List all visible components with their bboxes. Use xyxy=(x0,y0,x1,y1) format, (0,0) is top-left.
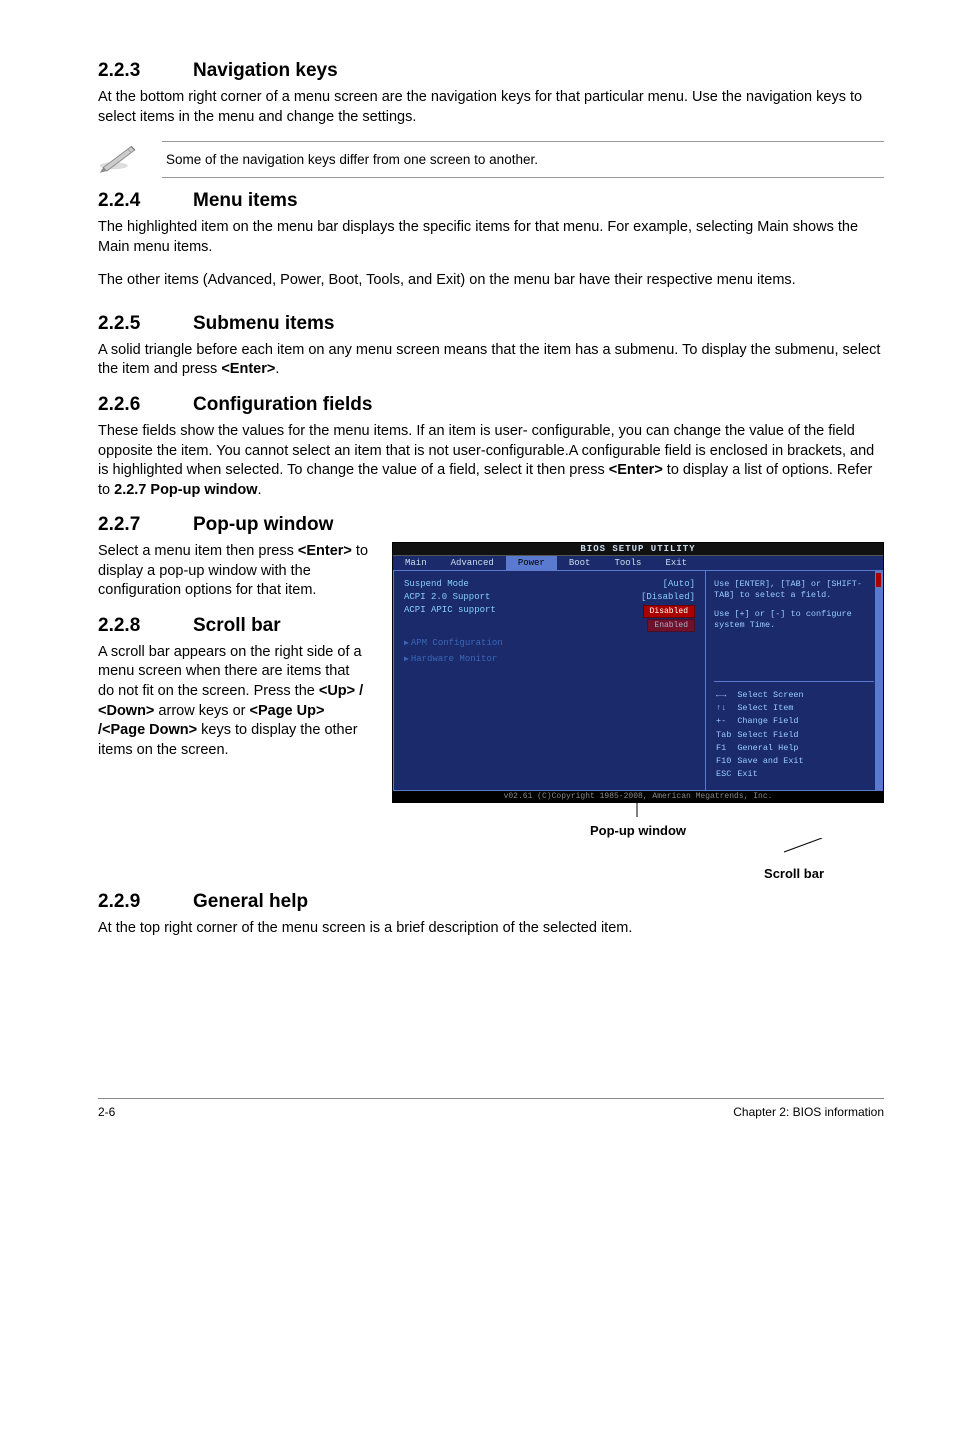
bios-popup-option: Disabled xyxy=(643,605,695,618)
bios-screenshot: BIOS SETUP UTILITY Main Advanced Power B… xyxy=(392,542,884,803)
heading-224: 2.2.4Menu items xyxy=(98,190,884,212)
heading-title: Navigation keys xyxy=(193,60,338,81)
heading-num: 2.2.7 xyxy=(98,514,193,536)
bios-popup-window: Disabled xyxy=(639,605,695,618)
bios-tab-exit: Exit xyxy=(653,556,699,570)
key-enter: <Enter> xyxy=(609,462,663,478)
bios-submenu: ▶Hardware Monitor xyxy=(404,654,695,664)
heading-num: 2.2.9 xyxy=(98,891,193,913)
callout-pointer xyxy=(392,838,884,854)
bios-tab-tools: Tools xyxy=(602,556,653,570)
nav-desc: Exit xyxy=(737,769,807,780)
note-text: Some of the navigation keys differ from … xyxy=(162,141,884,178)
note-callout: Some of the navigation keys differ from … xyxy=(98,141,884,178)
heading-title: Pop-up window xyxy=(193,514,333,535)
pencil-note-icon xyxy=(98,141,140,178)
callout-pointer xyxy=(392,803,884,819)
text: arrow keys or xyxy=(154,703,249,719)
bios-title: BIOS SETUP UTILITY xyxy=(393,543,883,555)
nav-desc: Select Item xyxy=(737,703,807,714)
paragraph: At the bottom right corner of a menu scr… xyxy=(98,88,884,127)
nav-key: ←→ xyxy=(716,690,735,701)
key-enter: <Enter> xyxy=(221,361,275,377)
callout-scrollbar-label: Scroll bar xyxy=(392,866,824,881)
page-footer: 2-6 Chapter 2: BIOS information xyxy=(98,1098,884,1119)
nav-desc: Save and Exit xyxy=(737,756,807,767)
bios-item-label: ACPI 2.0 Support xyxy=(404,592,490,602)
bios-tab-advanced: Advanced xyxy=(439,556,506,570)
heading-title: Menu items xyxy=(193,190,298,211)
bios-help-text: Use [ENTER], [TAB] or [SHIFT-TAB] to sel… xyxy=(714,579,874,601)
heading-title: General help xyxy=(193,891,308,912)
bios-scrollbar xyxy=(875,571,882,790)
heading-226: 2.2.6Configuration fields xyxy=(98,394,884,416)
ref-227: 2.2.7 Pop-up window xyxy=(114,482,257,498)
nav-desc: General Help xyxy=(737,743,807,754)
heading-225: 2.2.5Submenu items xyxy=(98,313,884,335)
heading-title: Submenu items xyxy=(193,313,334,334)
bios-copyright: v02.61 (C)Copyright 1985-2008, American … xyxy=(393,791,883,802)
heading-title: Configuration fields xyxy=(193,394,372,415)
nav-key: F10 xyxy=(716,756,735,767)
bios-help-text: Use [+] or [-] to configure system Time. xyxy=(714,609,874,631)
heading-title: Scroll bar xyxy=(193,615,281,636)
heading-num: 2.2.5 xyxy=(98,313,193,335)
paragraph: A solid triangle before each item on any… xyxy=(98,341,884,380)
page-number: 2-6 xyxy=(98,1105,115,1119)
bios-submenu: ▶APM Configuration xyxy=(404,638,695,648)
heading-num: 2.2.3 xyxy=(98,60,193,82)
bios-nav-keys: ←→Select Screen ↑↓Select Item +-Change F… xyxy=(714,688,810,781)
text: . xyxy=(258,482,262,498)
text: A solid triangle before each item on any… xyxy=(98,342,880,378)
bios-popup-option: Enabled xyxy=(647,619,695,632)
bios-tab-main: Main xyxy=(393,556,439,570)
key-enter: <Enter> xyxy=(298,543,352,559)
paragraph: The other items (Advanced, Power, Boot, … xyxy=(98,271,884,291)
nav-desc: Change Field xyxy=(737,716,807,727)
bios-item-label: ACPI APIC support xyxy=(404,605,496,618)
nav-desc: Select Screen xyxy=(737,690,807,701)
bios-scrollbar-thumb xyxy=(876,573,881,587)
bios-tab-power: Power xyxy=(506,556,557,570)
triangle-icon: ▶ xyxy=(404,655,409,664)
nav-key: F1 xyxy=(716,743,735,754)
paragraph: The highlighted item on the menu bar dis… xyxy=(98,218,884,257)
paragraph: Select a menu item then press <Enter> to… xyxy=(98,542,368,601)
bios-menubar: Main Advanced Power Boot Tools Exit xyxy=(393,555,883,570)
bios-tab-boot: Boot xyxy=(557,556,603,570)
paragraph: A scroll bar appears on the right side o… xyxy=(98,643,368,760)
heading-num: 2.2.4 xyxy=(98,190,193,212)
heading-228: 2.2.8Scroll bar xyxy=(98,615,368,637)
text: . xyxy=(275,361,279,377)
heading-227: 2.2.7Pop-up window xyxy=(98,514,884,536)
heading-223: 2.2.3Navigation keys xyxy=(98,60,884,82)
nav-desc: Select Field xyxy=(737,730,807,741)
bios-item-value: [Disabled] xyxy=(641,592,695,602)
heading-num: 2.2.8 xyxy=(98,615,193,637)
heading-229: 2.2.9General help xyxy=(98,891,884,913)
bios-item-value: [Auto] xyxy=(663,579,695,589)
nav-key: ↑↓ xyxy=(716,703,735,714)
bios-help-panel: Use [ENTER], [TAB] or [SHIFT-TAB] to sel… xyxy=(706,571,882,790)
bios-sub-label: Hardware Monitor xyxy=(411,654,497,664)
callout-popup-label: Pop-up window xyxy=(392,823,884,838)
text: Select a menu item then press xyxy=(98,543,298,559)
nav-key: +- xyxy=(716,716,735,727)
heading-num: 2.2.6 xyxy=(98,394,193,416)
bios-left-panel: Suspend Mode [Auto] ACPI 2.0 Support [Disa… xyxy=(394,571,706,790)
paragraph: These fields show the values for the men… xyxy=(98,422,884,500)
chapter-label: Chapter 2: BIOS information xyxy=(733,1105,884,1119)
nav-key: Tab xyxy=(716,730,735,741)
triangle-icon: ▶ xyxy=(404,639,409,648)
bios-item-label: Suspend Mode xyxy=(404,579,469,589)
paragraph: At the top right corner of the menu scre… xyxy=(98,919,884,939)
nav-key: ESC xyxy=(716,769,735,780)
bios-sub-label: APM Configuration xyxy=(411,638,503,648)
